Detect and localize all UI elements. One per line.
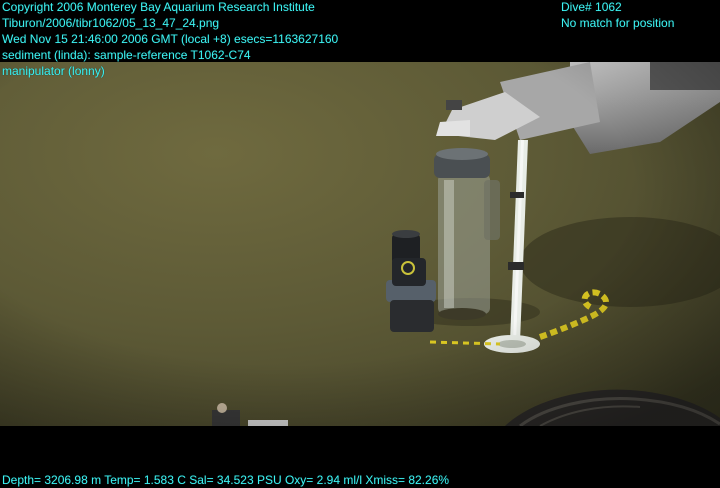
position-status-text: No match for position: [561, 16, 675, 30]
copyright-text: Copyright 2006 Monterey Bay Aquarium Res…: [2, 0, 315, 14]
scene-illustration: [0, 62, 720, 426]
seafloor-scene: [0, 62, 720, 426]
filename-text: Tiburon/2006/tibr1062/05_13_47_24.png: [2, 16, 220, 30]
datetime-text: Wed Nov 15 21:46:00 2006 GMT (local +8) …: [2, 32, 339, 46]
manipulator-text: manipulator (lonny): [2, 64, 105, 78]
sample-text: sediment (linda): sample-reference T1062…: [2, 48, 251, 62]
vignette: [0, 62, 720, 426]
dive-number-text: Dive# 1062: [561, 0, 622, 14]
video-frame: Copyright 2006 Monterey Bay Aquarium Res…: [0, 0, 720, 487]
